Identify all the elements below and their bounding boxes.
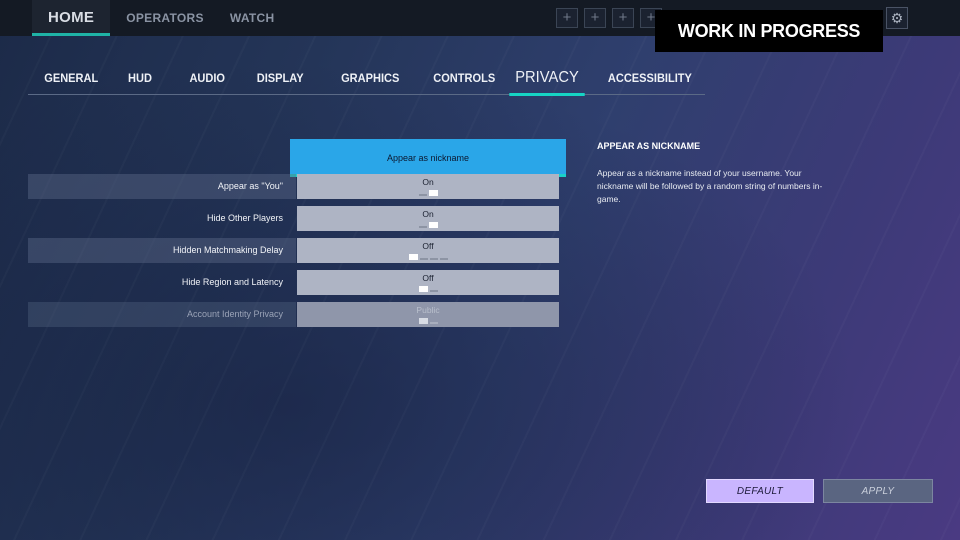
option-pip xyxy=(428,222,438,228)
tab-controls[interactable]: CONTROLS xyxy=(433,62,495,94)
option-pip xyxy=(428,190,438,196)
highlighted-setting-label: Appear as nickname xyxy=(290,139,566,177)
option-pip xyxy=(408,254,418,260)
option-indicator xyxy=(297,222,559,228)
apply-button[interactable]: APPLY xyxy=(823,479,933,503)
option-pip xyxy=(429,322,438,324)
setting-value-selector: Public xyxy=(297,302,559,327)
setting-row[interactable]: Hide Region and Latency Off xyxy=(28,270,559,295)
option-indicator xyxy=(297,190,559,196)
option-pip xyxy=(429,290,438,292)
tab-privacy[interactable]: PRIVACY xyxy=(509,62,585,96)
setting-value-text: On xyxy=(422,209,434,219)
setting-label: Appear as "You" xyxy=(28,174,296,199)
nav-home[interactable]: HOME xyxy=(32,0,111,36)
settings-tabs: GENERAL HUD AUDIO DISPLAY GRAPHICS CONTR… xyxy=(28,62,705,96)
setting-label: Hide Other Players xyxy=(206,213,283,223)
setting-label: Hide Region and Latency xyxy=(181,277,283,287)
description-title: APPEAR AS NICKNAME xyxy=(597,141,701,151)
tab-hud[interactable]: HUD xyxy=(125,62,154,94)
option-pip xyxy=(418,318,428,324)
tab-display[interactable]: DISPLAY xyxy=(257,62,304,94)
option-pip xyxy=(418,194,427,196)
setting-value-selector[interactable]: Off xyxy=(297,238,559,263)
description-body: Appear as a nickname instead of your use… xyxy=(597,168,823,204)
setting-value-selector[interactable]: On xyxy=(297,206,559,231)
squad-slots: + + + + xyxy=(556,8,662,28)
option-pip xyxy=(429,258,438,260)
setting-row: Account Identity Privacy Public xyxy=(28,302,559,327)
work-in-progress-banner: WORK IN PROGRESS xyxy=(655,10,883,52)
setting-value-text: Off xyxy=(422,241,434,251)
setting-row[interactable]: Hidden Matchmaking Delay Off xyxy=(28,238,559,263)
setting-row[interactable]: Appear as "You" On xyxy=(28,174,559,199)
setting-label: Hidden Matchmaking Delay xyxy=(28,238,296,263)
setting-value-selector[interactable]: Off xyxy=(297,270,559,295)
settings-button[interactable]: ⚙ xyxy=(886,7,908,29)
option-pip xyxy=(418,286,428,292)
option-indicator xyxy=(297,254,559,260)
option-indicator xyxy=(297,286,559,292)
setting-row[interactable]: Hide Other Players On xyxy=(28,206,559,231)
tab-audio[interactable]: AUDIO xyxy=(189,62,225,94)
setting-value-selector[interactable]: On xyxy=(297,174,559,199)
squad-slot-add-button[interactable]: + xyxy=(584,8,606,28)
option-indicator xyxy=(297,318,559,324)
squad-slot-add-button[interactable]: + xyxy=(556,8,578,28)
top-navigation: HOME OPERATORS WATCH xyxy=(32,0,294,36)
default-button[interactable]: DEFAULT xyxy=(706,479,814,503)
nav-watch[interactable]: WATCH xyxy=(210,0,294,36)
option-pip xyxy=(439,258,448,260)
setting-value-text: Off xyxy=(422,273,434,283)
gear-icon: ⚙ xyxy=(890,10,904,26)
squad-slot-add-button[interactable]: + xyxy=(612,8,634,28)
nav-operators[interactable]: OPERATORS xyxy=(110,0,210,36)
setting-label: Account Identity Privacy xyxy=(28,302,296,327)
tab-general[interactable]: GENERAL xyxy=(44,62,98,94)
setting-value-text: On xyxy=(422,177,434,187)
option-pip xyxy=(419,258,428,260)
setting-value-text: Public xyxy=(416,305,440,315)
tab-graphics[interactable]: GRAPHICS xyxy=(341,62,399,94)
option-pip xyxy=(418,226,427,228)
tab-accessibility[interactable]: ACCESSIBILITY xyxy=(608,62,692,94)
